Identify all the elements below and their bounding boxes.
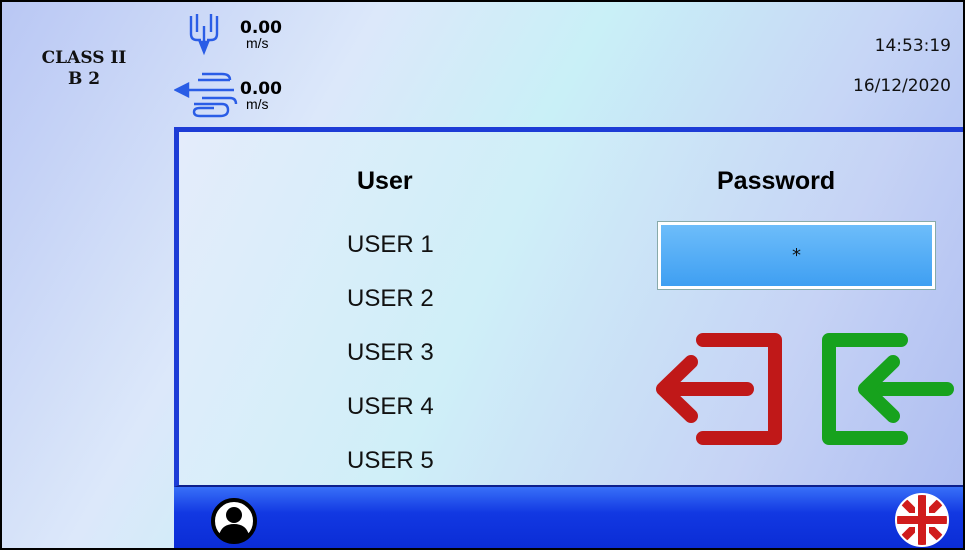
downflow-icon xyxy=(189,14,219,56)
login-panel: User Password USER 1 USER 2 USER 3 USER … xyxy=(174,127,963,487)
downflow-unit: m/s xyxy=(246,35,269,51)
user-profile-icon[interactable] xyxy=(210,497,258,545)
clock-time: 14:53:19 xyxy=(874,36,951,56)
login-icon[interactable] xyxy=(819,330,955,448)
inflow-icon xyxy=(174,72,238,118)
user-column-title: User xyxy=(357,167,413,195)
bottom-bar xyxy=(174,487,963,549)
logout-icon[interactable] xyxy=(651,330,787,448)
clock-date: 16/12/2020 xyxy=(853,76,951,96)
password-field[interactable]: * xyxy=(657,221,936,290)
class-line-1: CLASS II xyxy=(41,48,127,68)
user-item-2[interactable]: USER 2 xyxy=(347,285,467,313)
inflow-unit: m/s xyxy=(246,96,269,112)
user-item-5[interactable]: USER 5 xyxy=(347,447,467,475)
uk-flag-icon[interactable] xyxy=(893,491,951,549)
class-line-2: B 2 xyxy=(67,69,101,89)
user-item-1[interactable]: USER 1 xyxy=(347,231,467,259)
cabinet-class-label: CLASS II B 2 xyxy=(30,48,138,90)
password-column-title: Password xyxy=(717,167,836,195)
password-mask: * xyxy=(792,245,801,266)
user-item-3[interactable]: USER 3 xyxy=(347,339,467,367)
user-item-4[interactable]: USER 4 xyxy=(347,393,467,421)
screen: CLASS II B 2 0.00 m/s 0.00 m/s 14:53:19 … xyxy=(0,0,965,550)
